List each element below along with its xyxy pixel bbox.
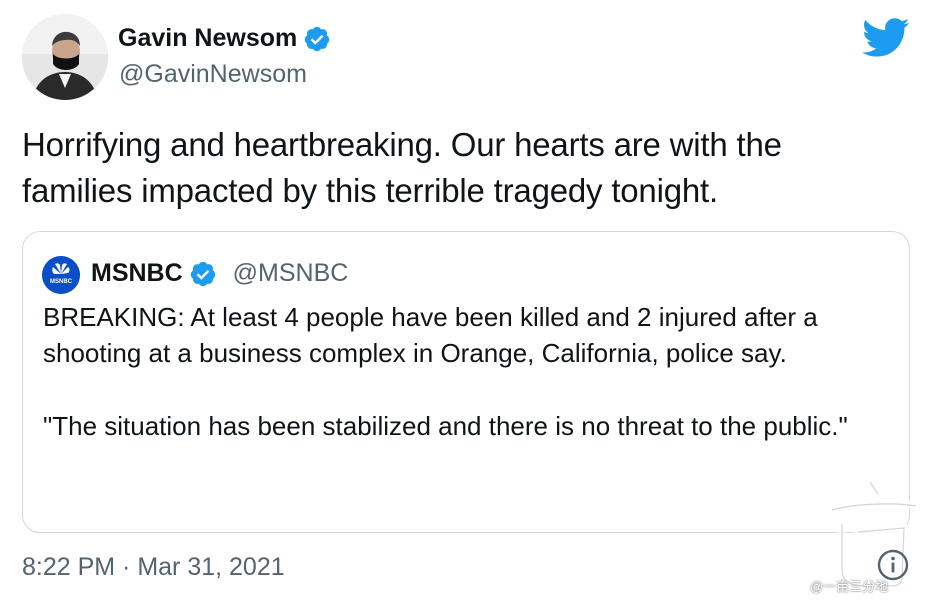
- tweet-card: Gavin Newsom @GavinNewsom Horrifying and…: [0, 0, 936, 604]
- verified-badge-icon: [189, 260, 217, 288]
- quoted-tweet-paragraph: "The situation has been stabilized and t…: [43, 411, 848, 441]
- author-name[interactable]: Gavin Newsom: [118, 24, 331, 53]
- quoted-author-name[interactable]: MSNBC: [91, 259, 183, 288]
- svg-text:MSNBC: MSNBC: [50, 279, 73, 285]
- tweet-text-line: Horrifying and heartbreaking. Our hearts…: [22, 126, 782, 163]
- tweet-timestamp[interactable]: 8:22 PM · Mar 31, 2021: [22, 553, 285, 582]
- author-avatar[interactable]: [22, 14, 108, 100]
- quoted-tweet-paragraph: BREAKING: At least 4 people have been ki…: [43, 302, 818, 368]
- author-handle[interactable]: @GavinNewsom: [119, 60, 307, 89]
- watermark-text: @一亩三分地: [810, 579, 889, 594]
- twitter-bird-icon[interactable]: [862, 18, 910, 58]
- tweet-text: Horrifying and heartbreaking. Our hearts…: [22, 122, 912, 214]
- quoted-author-handle[interactable]: @MSNBC: [233, 259, 349, 288]
- tweet-text-line: families impacted by this terrible trage…: [22, 172, 718, 209]
- verified-badge-icon: [303, 25, 331, 53]
- quoted-tweet[interactable]: MSNBC MSNBC @MSNBC BREAKING: At least 4 …: [22, 231, 910, 533]
- msnbc-logo-icon: MSNBC: [42, 256, 80, 294]
- author-name-text[interactable]: Gavin Newsom: [118, 24, 297, 53]
- quoted-tweet-text: BREAKING: At least 4 people have been ki…: [43, 299, 898, 444]
- quoted-author[interactable]: MSNBC @MSNBC: [91, 259, 348, 288]
